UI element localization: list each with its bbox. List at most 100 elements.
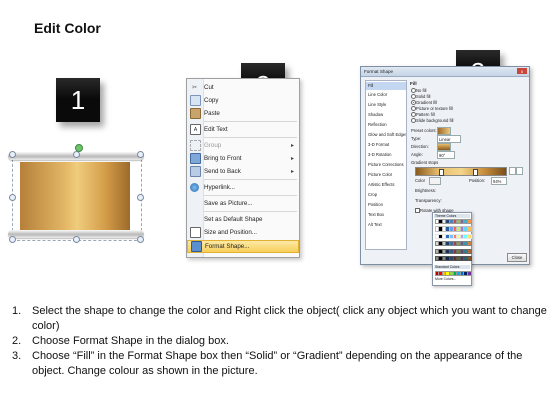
instructions-list: 1. Select the shape to change the color … [12,304,552,379]
nav-item-line-color[interactable]: Line Color [366,91,406,99]
submenu-arrow-icon: ▸ [290,169,294,175]
instruction-step: 2. Choose Format Shape in the dialog box… [12,334,552,349]
menu-item-label: Format Shape... [205,243,250,250]
color-swatch[interactable] [466,226,473,232]
option-label: Solid fill [416,93,431,99]
menu-separator [204,195,297,196]
step-number: 2. [12,335,22,347]
gradient-stops-label: Gradient stops [411,160,439,165]
menu-item-label: Edit Text [204,126,228,133]
context-menu: ✂ Cut Copy Paste A Edit Text Group ▸ Bri… [186,78,300,258]
menu-item-set-default-shape[interactable]: Set as Default Shape [187,213,299,226]
resize-handle[interactable] [9,194,16,201]
angle-value: 90° [439,152,446,158]
close-button[interactable]: Close [507,253,527,262]
menu-item-label: Hyperlink... [204,184,235,191]
nav-item-line-style[interactable]: Line Style [366,101,406,109]
color-swatch[interactable] [466,241,473,247]
hyperlink-icon [190,183,199,192]
standard-colors-header: Standard Colors [434,265,470,269]
gradient-stop[interactable] [439,169,444,176]
option-label: Picture or texture fill [416,105,454,111]
dialog-title: Format Shape [364,69,394,74]
bring-front-icon [190,153,201,164]
close-icon[interactable]: x [517,68,527,74]
instruction-step: 1. Select the shape to change the color … [12,304,552,334]
resize-handle[interactable] [137,194,144,201]
menu-item-hyperlink[interactable]: Hyperlink... [187,181,299,194]
color-swatch[interactable] [466,233,473,239]
menu-item-label: Copy [204,97,219,104]
menu-item-format-shape[interactable]: Format Shape... [187,240,299,253]
brightness-label: Brightness: [415,188,436,193]
scissors-icon: ✂ [191,85,198,91]
nav-item-glow[interactable]: Glow and Soft Edges [366,131,406,139]
resize-handle[interactable] [73,151,80,158]
remove-stop-icon[interactable] [516,167,523,175]
menu-item-size-and-position[interactable]: Size and Position... [187,226,299,239]
type-dropdown[interactable]: Linear [437,135,461,143]
menu-item-save-as-picture[interactable]: Save as Picture... [187,197,299,210]
step-text: Choose Format Shape in the dialog box. [32,335,229,347]
resize-handle[interactable] [9,151,16,158]
nav-item-alt-text[interactable]: Alt Text [366,221,406,229]
resize-handle[interactable] [137,151,144,158]
option-label: No fill [416,87,427,93]
nav-item-3d-rotation[interactable]: 3-D Rotation [366,151,406,159]
color-swatch[interactable] [466,256,473,262]
dialog-titlebar: Format Shape x [361,67,529,77]
scroll-shape[interactable] [8,140,144,250]
step-number: 3. [12,350,22,362]
color-dropdown-popup: Theme Colors Standard Colors More Colors… [432,212,473,286]
menu-item-paste[interactable]: Paste [187,107,299,120]
more-colors-link[interactable]: More Colors... [435,277,456,281]
nav-item-3d-format[interactable]: 3-D Format [366,141,406,149]
add-stop-icon[interactable] [509,167,516,175]
option-label: Slide background fill [416,117,454,123]
nav-item-crop[interactable]: Crop [366,191,406,199]
menu-item-edit-text[interactable]: A Edit Text [187,123,299,136]
nav-item-position[interactable]: Position [366,201,406,209]
gradient-stop[interactable] [473,169,478,176]
nav-item-picture-corrections[interactable]: Picture Corrections [366,161,406,169]
nav-item-picture-color[interactable]: Picture Color [366,171,406,179]
color-label: Color [415,178,426,183]
gradient-stops-bar[interactable] [415,167,507,176]
resize-handle[interactable] [9,236,16,243]
option-label: Gradient fill [416,99,438,105]
nav-item-text-box[interactable]: Text Box [366,211,406,219]
menu-item-copy[interactable]: Copy [187,94,299,107]
menu-separator [204,211,297,212]
color-swatch[interactable] [466,219,473,225]
color-swatch[interactable] [466,248,473,254]
resize-handle[interactable] [73,236,80,243]
nav-item-fill[interactable]: Fill [366,82,406,90]
menu-separator [204,137,297,138]
direction-label: Direction: [411,144,429,149]
nav-item-artistic-effects[interactable]: Artistic Effects [366,181,406,189]
menu-separator [204,179,297,180]
type-value: Linear [439,136,451,142]
resize-handle[interactable] [137,236,144,243]
nav-item-shadow[interactable]: Shadow [366,111,406,119]
menu-separator [204,121,297,122]
color-picker-button[interactable] [429,177,441,185]
menu-item-bring-to-front[interactable]: Bring to Front ▸ [187,152,299,165]
menu-item-cut[interactable]: ✂ Cut [187,81,299,94]
step-number: 1. [12,305,22,317]
preset-colors-dropdown[interactable] [437,127,451,135]
position-field[interactable]: 94% [491,177,507,185]
menu-item-label: Set as Default Shape [204,216,263,223]
menu-item-group[interactable]: Group ▸ [187,139,299,152]
step-text: Choose “Fill” in the Format Shape box th… [32,350,523,377]
angle-field[interactable]: 90° [437,151,455,159]
color-swatch[interactable] [466,270,473,276]
step-badge-1: 1 [56,78,100,122]
copy-icon [190,95,201,106]
nav-item-reflection[interactable]: Reflection [366,121,406,129]
menu-item-send-to-back[interactable]: Send to Back ▸ [187,165,299,178]
group-icon [190,140,201,151]
direction-dropdown[interactable] [437,143,451,151]
menu-item-label: Size and Position... [204,229,257,236]
paste-icon [190,108,201,119]
